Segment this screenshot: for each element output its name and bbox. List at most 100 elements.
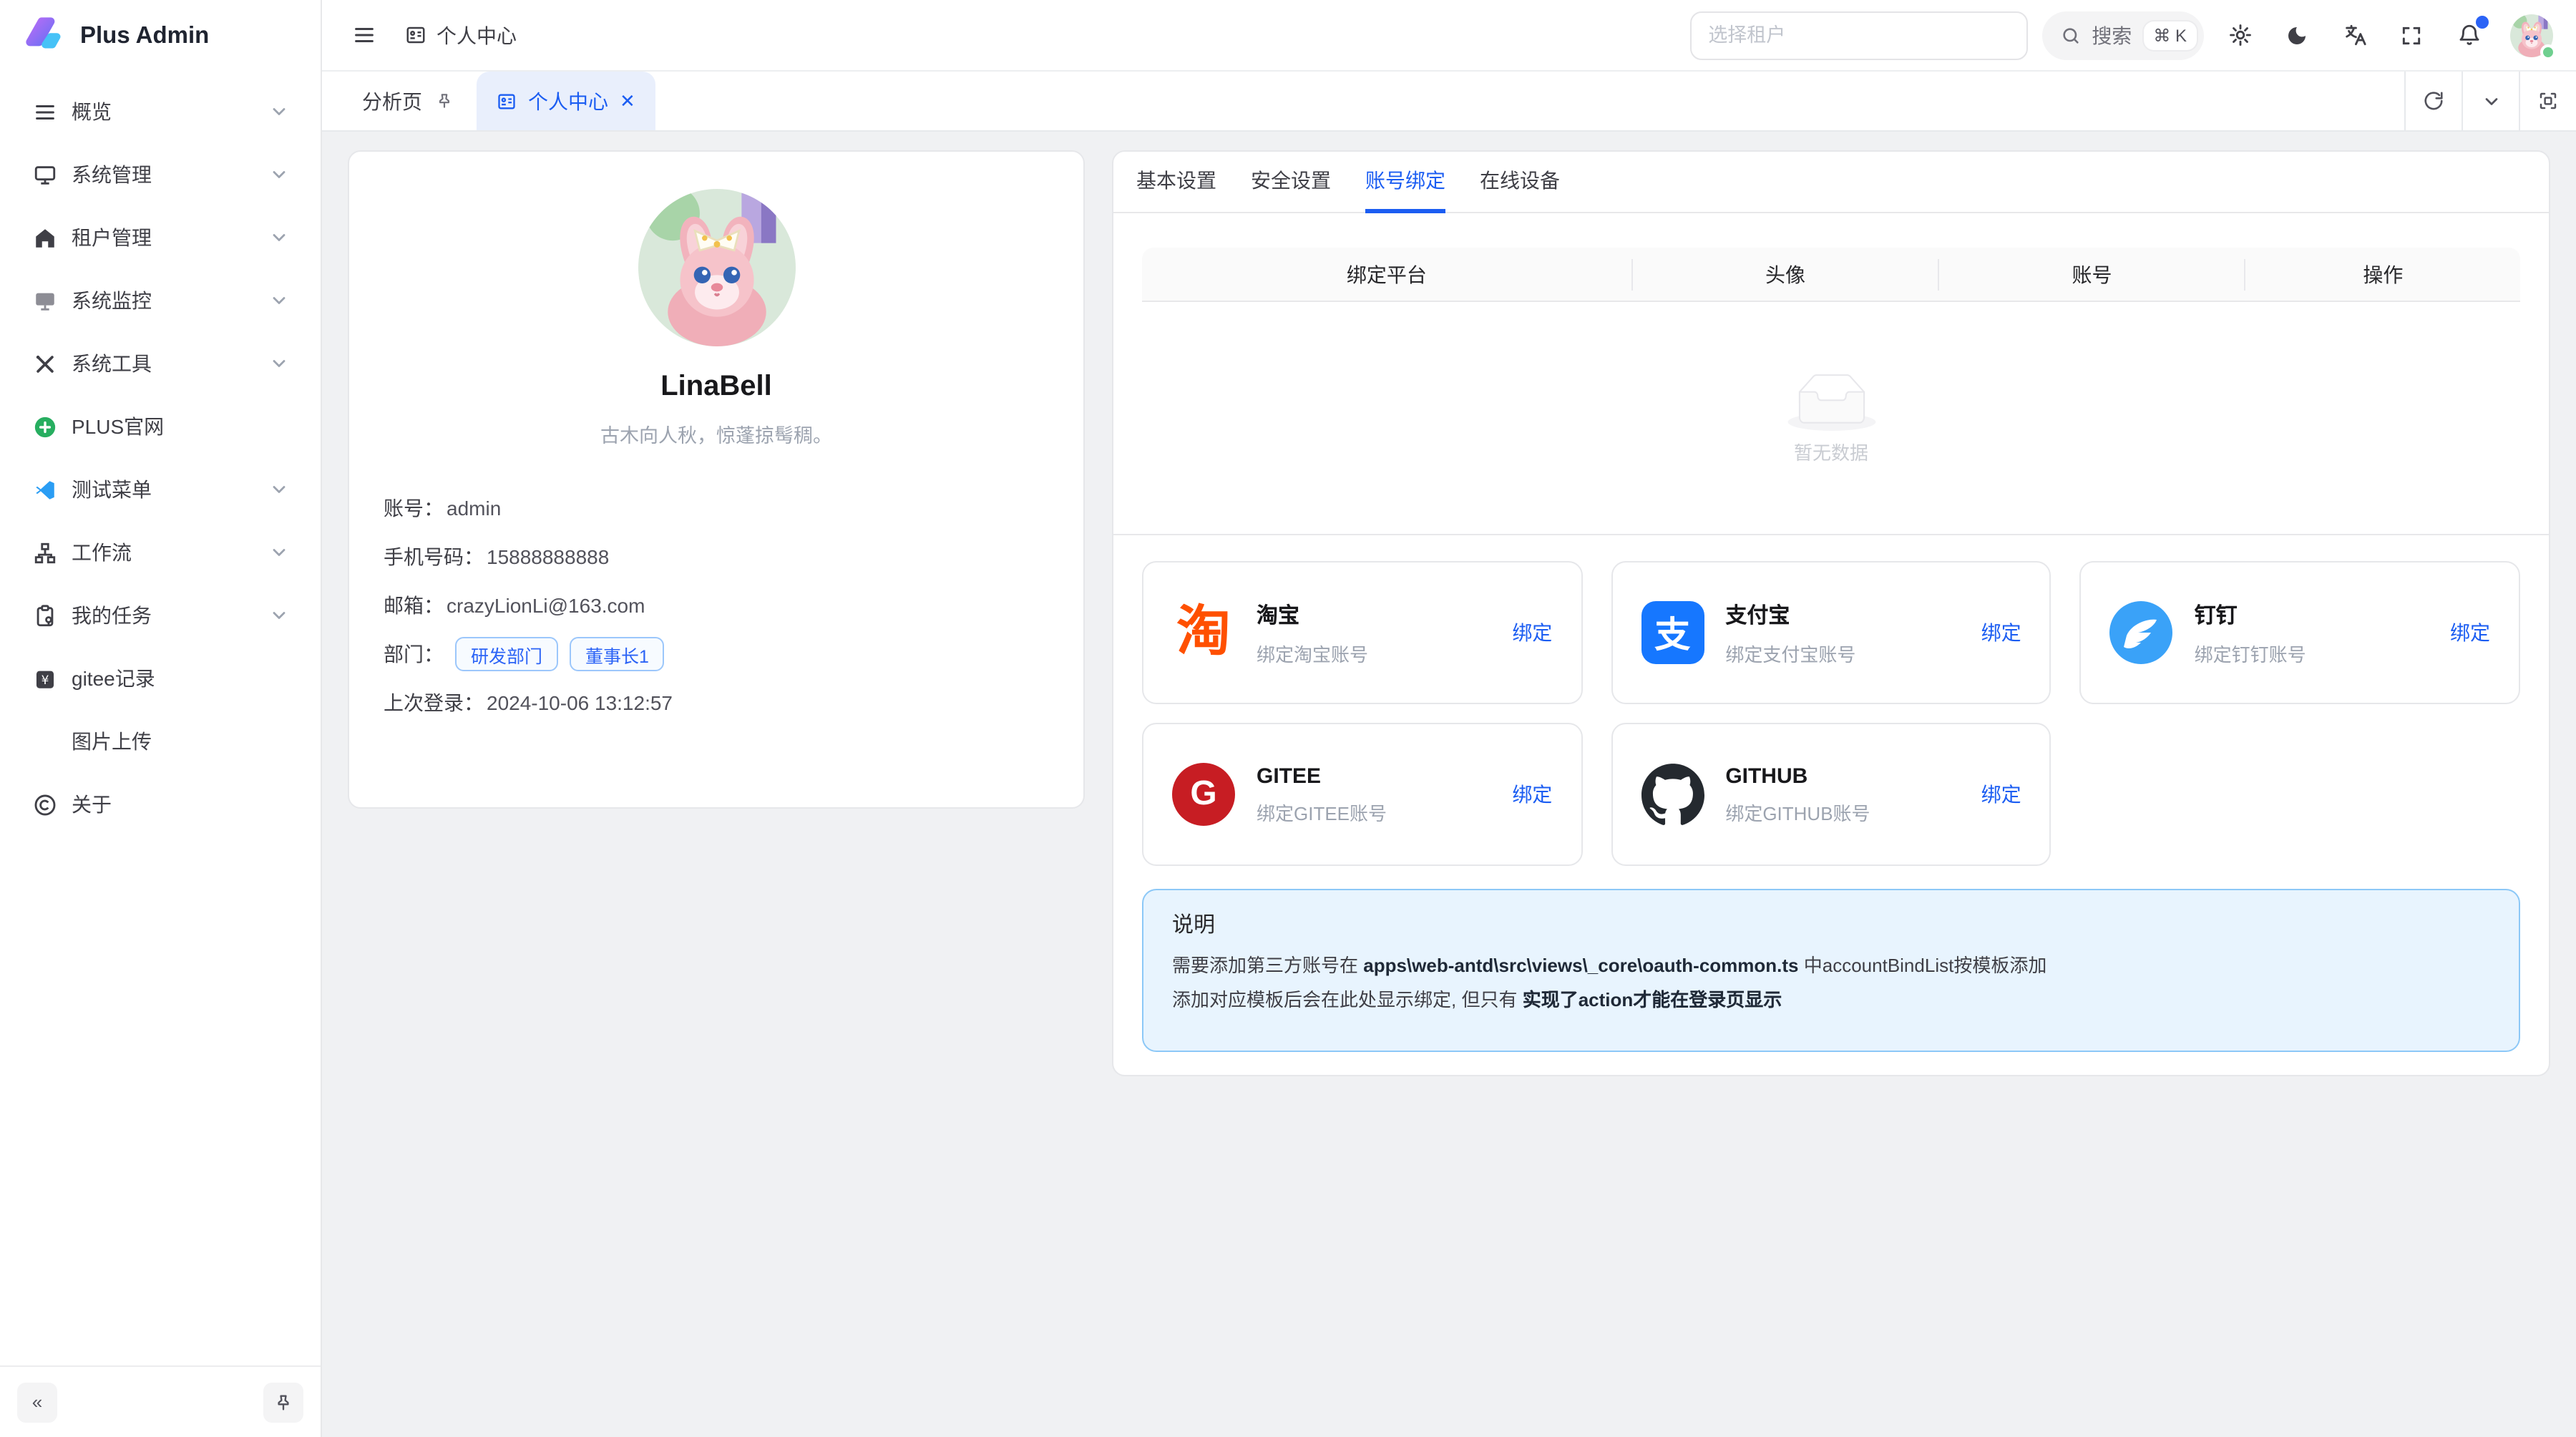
- svg-text:¥: ¥: [41, 673, 49, 687]
- empty-box-icon: [1784, 371, 1878, 432]
- profile-motto: 古木向人秋，惊蓬掠髩稠。: [384, 419, 1049, 448]
- bind-link[interactable]: 绑定: [2450, 618, 2490, 647]
- column-actions: 操作: [2245, 258, 2520, 290]
- binding-cards: 淘 淘宝 绑定淘宝账号 绑定 支 支付宝 绑定支付宝账号 绑定: [1113, 535, 2549, 866]
- bind-link[interactable]: 绑定: [1512, 780, 1552, 809]
- search-label: 搜索: [2092, 21, 2132, 49]
- bind-card-alipay: 支 支付宝 绑定支付宝账号 绑定: [1611, 561, 2051, 704]
- content-fullscreen-button[interactable]: [2519, 72, 2576, 130]
- note-line-1: 需要添加第三方账号在 apps\web-antd\src\views\_core…: [1172, 949, 2490, 983]
- sidebar-item-workflow[interactable]: 工作流: [14, 524, 306, 581]
- settings-panel: 基本设置 安全设置 账号绑定 在线设备 绑定平台 头像 账号 操作 暂无数据: [1112, 150, 2550, 1076]
- platform-name: 淘宝: [1257, 599, 1368, 629]
- gear-icon: [2228, 23, 2252, 47]
- display-icon: [31, 288, 57, 313]
- main-content: LinaBell 古木向人秋，惊蓬掠髩稠。 账号： admin 手机号码： 15…: [322, 132, 2576, 1437]
- gitee-icon: G: [1172, 763, 1235, 826]
- sidebar: Plus Admin 概览 系统管理 租户管理: [0, 0, 322, 1437]
- tab-menu-button[interactable]: [2462, 72, 2519, 130]
- app-title: Plus Admin: [80, 22, 209, 49]
- tab-account-binding[interactable]: 账号绑定: [1365, 152, 1445, 213]
- department-tag: 研发部门: [455, 637, 558, 671]
- avatar-image: [638, 189, 795, 346]
- platform-name: GITEE: [1257, 764, 1387, 788]
- note-line-2: 添加对应模板后会在此处显示绑定, 但只有 实现了action才能在登录页显示: [1172, 983, 2490, 1018]
- global-search-button[interactable]: 搜索 ⌘ K: [2041, 11, 2204, 59]
- sidebar-item-about[interactable]: 关于: [14, 776, 306, 833]
- close-icon[interactable]: ✕: [620, 92, 635, 110]
- search-shortcut-kbd: ⌘ K: [2143, 21, 2197, 49]
- search-icon: [2060, 25, 2080, 45]
- platform-name: 支付宝: [1725, 599, 1855, 629]
- breadcrumb-current: 个人中心: [436, 21, 517, 49]
- sidebar-collapse-button[interactable]: «: [17, 1382, 57, 1422]
- platform-desc: 绑定淘宝账号: [1257, 639, 1368, 666]
- moon-icon: [2285, 24, 2308, 47]
- dark-mode-button[interactable]: [2275, 14, 2318, 57]
- tenant-select-input[interactable]: [1689, 11, 2027, 59]
- note-title: 说明: [1172, 909, 2490, 939]
- profile-name: LinaBell: [384, 371, 1049, 404]
- column-platform: 绑定平台: [1142, 258, 1631, 290]
- platform-desc: 绑定GITHUB账号: [1725, 798, 1870, 825]
- tab-profile-center[interactable]: 个人中心 ✕: [477, 72, 655, 130]
- note-box: 说明 需要添加第三方账号在 apps\web-antd\src\views\_c…: [1142, 889, 2520, 1052]
- home-icon: [31, 225, 57, 250]
- tabbar: 分析页 个人中心 ✕: [322, 72, 2576, 132]
- notification-badge: [2476, 15, 2489, 28]
- clipboard-icon: [31, 603, 57, 628]
- sidebar-item-overview[interactable]: 概览: [14, 83, 306, 140]
- chevron-down-icon: [269, 228, 289, 248]
- fullscreen-icon: [2400, 24, 2423, 47]
- sidebar-item-system-monitor[interactable]: 系统监控: [14, 272, 306, 329]
- field-account: 账号： admin: [384, 484, 1049, 532]
- online-status-dot: [2540, 44, 2556, 59]
- chevron-down-icon: [269, 102, 289, 122]
- bind-link[interactable]: 绑定: [1981, 618, 2021, 647]
- sidebar-item-gitee-records[interactable]: ¥ gitee记录: [14, 650, 306, 707]
- bind-card-taobao: 淘 淘宝 绑定淘宝账号 绑定: [1142, 561, 1582, 704]
- sidebar-item-plus-website[interactable]: PLUS官网: [14, 398, 306, 455]
- fullscreen-button[interactable]: [2390, 14, 2433, 57]
- field-phone: 手机号码： 15888888888: [384, 532, 1049, 581]
- notifications-button[interactable]: [2447, 14, 2490, 57]
- profile-fields: 账号： admin 手机号码： 15888888888 邮箱： crazyLio…: [384, 484, 1049, 727]
- bind-link[interactable]: 绑定: [1981, 780, 2021, 809]
- tab-basic-settings[interactable]: 基本设置: [1136, 152, 1216, 213]
- bind-link[interactable]: 绑定: [1512, 618, 1552, 647]
- sidebar-item-test-menu[interactable]: 测试菜单: [14, 461, 306, 518]
- tab-online-devices[interactable]: 在线设备: [1480, 152, 1560, 213]
- platform-desc: 绑定GITEE账号: [1257, 798, 1387, 825]
- settings-button[interactable]: [2218, 14, 2261, 57]
- tabbar-controls: [2404, 72, 2576, 130]
- taobao-icon: 淘: [1172, 601, 1235, 664]
- breadcrumb: 个人中心: [405, 21, 517, 49]
- language-button[interactable]: [2333, 14, 2376, 57]
- sidebar-toggle-button[interactable]: [342, 14, 385, 57]
- profile-card-icon: [497, 91, 517, 111]
- logo[interactable]: Plus Admin: [0, 0, 321, 72]
- platform-name: 钉钉: [2195, 599, 2306, 629]
- platform-name: GITHUB: [1725, 764, 1870, 788]
- refresh-button[interactable]: [2404, 72, 2462, 130]
- sidebar-item-tenant-management[interactable]: 租户管理: [14, 209, 306, 266]
- field-department: 部门： 研发部门 董事长1: [384, 630, 1049, 678]
- user-avatar[interactable]: [2510, 14, 2553, 57]
- plus-admin-logo-icon: [23, 14, 66, 57]
- pin-icon[interactable]: [435, 92, 454, 110]
- github-icon: [1641, 763, 1704, 826]
- profile-card: LinaBell 古木向人秋，惊蓬掠髩稠。 账号： admin 手机号码： 15…: [348, 150, 1085, 809]
- chevron-down-icon: [2481, 91, 2501, 111]
- sidebar-item-system-management[interactable]: 系统管理: [14, 146, 306, 203]
- tab-analysis[interactable]: 分析页: [322, 72, 454, 130]
- sidebar-item-my-tasks[interactable]: 我的任务: [14, 587, 306, 644]
- tab-security-settings[interactable]: 安全设置: [1251, 152, 1331, 213]
- scan-fullscreen-icon: [2537, 90, 2559, 112]
- sidebar-item-image-upload[interactable]: 图片上传: [14, 713, 306, 770]
- sidebar-item-system-tools[interactable]: 系统工具: [14, 335, 306, 392]
- alipay-icon: 支: [1641, 601, 1704, 664]
- profile-card-icon: [405, 24, 426, 46]
- binding-table-header: 绑定平台 头像 账号 操作: [1142, 248, 2520, 302]
- translate-icon: [2342, 23, 2366, 47]
- sidebar-pin-button[interactable]: [263, 1382, 303, 1422]
